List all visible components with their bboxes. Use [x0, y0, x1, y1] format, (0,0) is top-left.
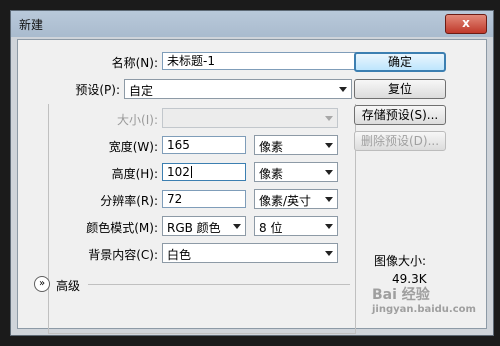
height-label: 高度(H):: [111, 167, 158, 181]
name-label: 名称(N):: [111, 56, 158, 70]
height-unit-select[interactable]: 像素: [254, 162, 338, 182]
baidu-watermark: Bai 经验 jingyan.baidu.com: [372, 284, 476, 315]
width-unit-value: 像素: [259, 140, 284, 154]
dialog-title: 新建: [19, 18, 44, 32]
save-preset-button[interactable]: 存储预设(S)...: [354, 105, 446, 125]
background-label: 背景内容(C):: [88, 248, 158, 262]
chevron-down-icon: [233, 224, 241, 229]
resolution-unit-select[interactable]: 像素/英寸: [254, 189, 338, 209]
advanced-divider: [88, 284, 350, 285]
resolution-value: 72: [167, 192, 183, 206]
name-input[interactable]: 未标题-1: [162, 52, 358, 70]
chevron-down-icon: [325, 170, 333, 175]
size-label: 大小(I):: [117, 113, 158, 127]
preset-label: 预设(P):: [75, 83, 120, 97]
watermark-url: jingyan.baidu.com: [372, 304, 476, 315]
image-size-label: 图像大小:: [374, 254, 427, 268]
ok-button[interactable]: 确定: [354, 52, 446, 72]
bit-depth-value: 8 位: [259, 221, 283, 235]
advanced-label: 高级: [56, 279, 81, 293]
text-cursor: [190, 166, 192, 178]
width-unit-select[interactable]: 像素: [254, 135, 338, 155]
chevron-down-icon: [325, 251, 333, 256]
color-mode-value: RGB 颜色: [167, 221, 221, 235]
height-input[interactable]: 102: [162, 163, 246, 181]
background-select[interactable]: 白色: [162, 243, 338, 263]
bit-depth-select[interactable]: 8 位: [254, 216, 338, 236]
resolution-unit-value: 像素/英寸: [259, 194, 312, 208]
resolution-label: 分辨率(R):: [100, 194, 158, 208]
width-value: 165: [167, 138, 190, 152]
watermark-brand: Bai 经验: [372, 287, 430, 303]
color-mode-select[interactable]: RGB 颜色: [162, 216, 246, 236]
color-mode-label: 颜色模式(M):: [86, 221, 158, 235]
advanced-toggle-icon[interactable]: »: [34, 276, 50, 292]
chevron-down-icon: [325, 143, 333, 148]
chevron-down-icon: [325, 116, 333, 121]
preset-select[interactable]: 自定: [124, 79, 352, 99]
width-label: 宽度(W):: [108, 140, 158, 154]
background-value: 白色: [167, 248, 192, 262]
chevron-down-icon: [339, 87, 347, 92]
resolution-input[interactable]: 72: [162, 190, 246, 208]
new-document-dialog: 新建 x 名称(N): 未标题-1 预设(P): 自定 大小(I): 宽度(W)…: [10, 10, 494, 336]
height-unit-value: 像素: [259, 167, 284, 181]
chevron-down-icon: [325, 224, 333, 229]
dialog-body: 名称(N): 未标题-1 预设(P): 自定 大小(I): 宽度(W): 165…: [17, 39, 487, 334]
close-button[interactable]: x: [445, 14, 487, 34]
size-select[interactable]: [162, 108, 338, 128]
preset-value: 自定: [129, 84, 154, 98]
chevron-down-icon: [325, 197, 333, 202]
name-value: 未标题-1: [167, 54, 215, 68]
width-input[interactable]: 165: [162, 136, 246, 154]
delete-preset-button[interactable]: 删除预设(D)...: [354, 131, 446, 151]
height-value: 102: [167, 165, 190, 179]
reset-button[interactable]: 复位: [354, 79, 446, 99]
title-bar[interactable]: 新建 x: [11, 11, 493, 37]
